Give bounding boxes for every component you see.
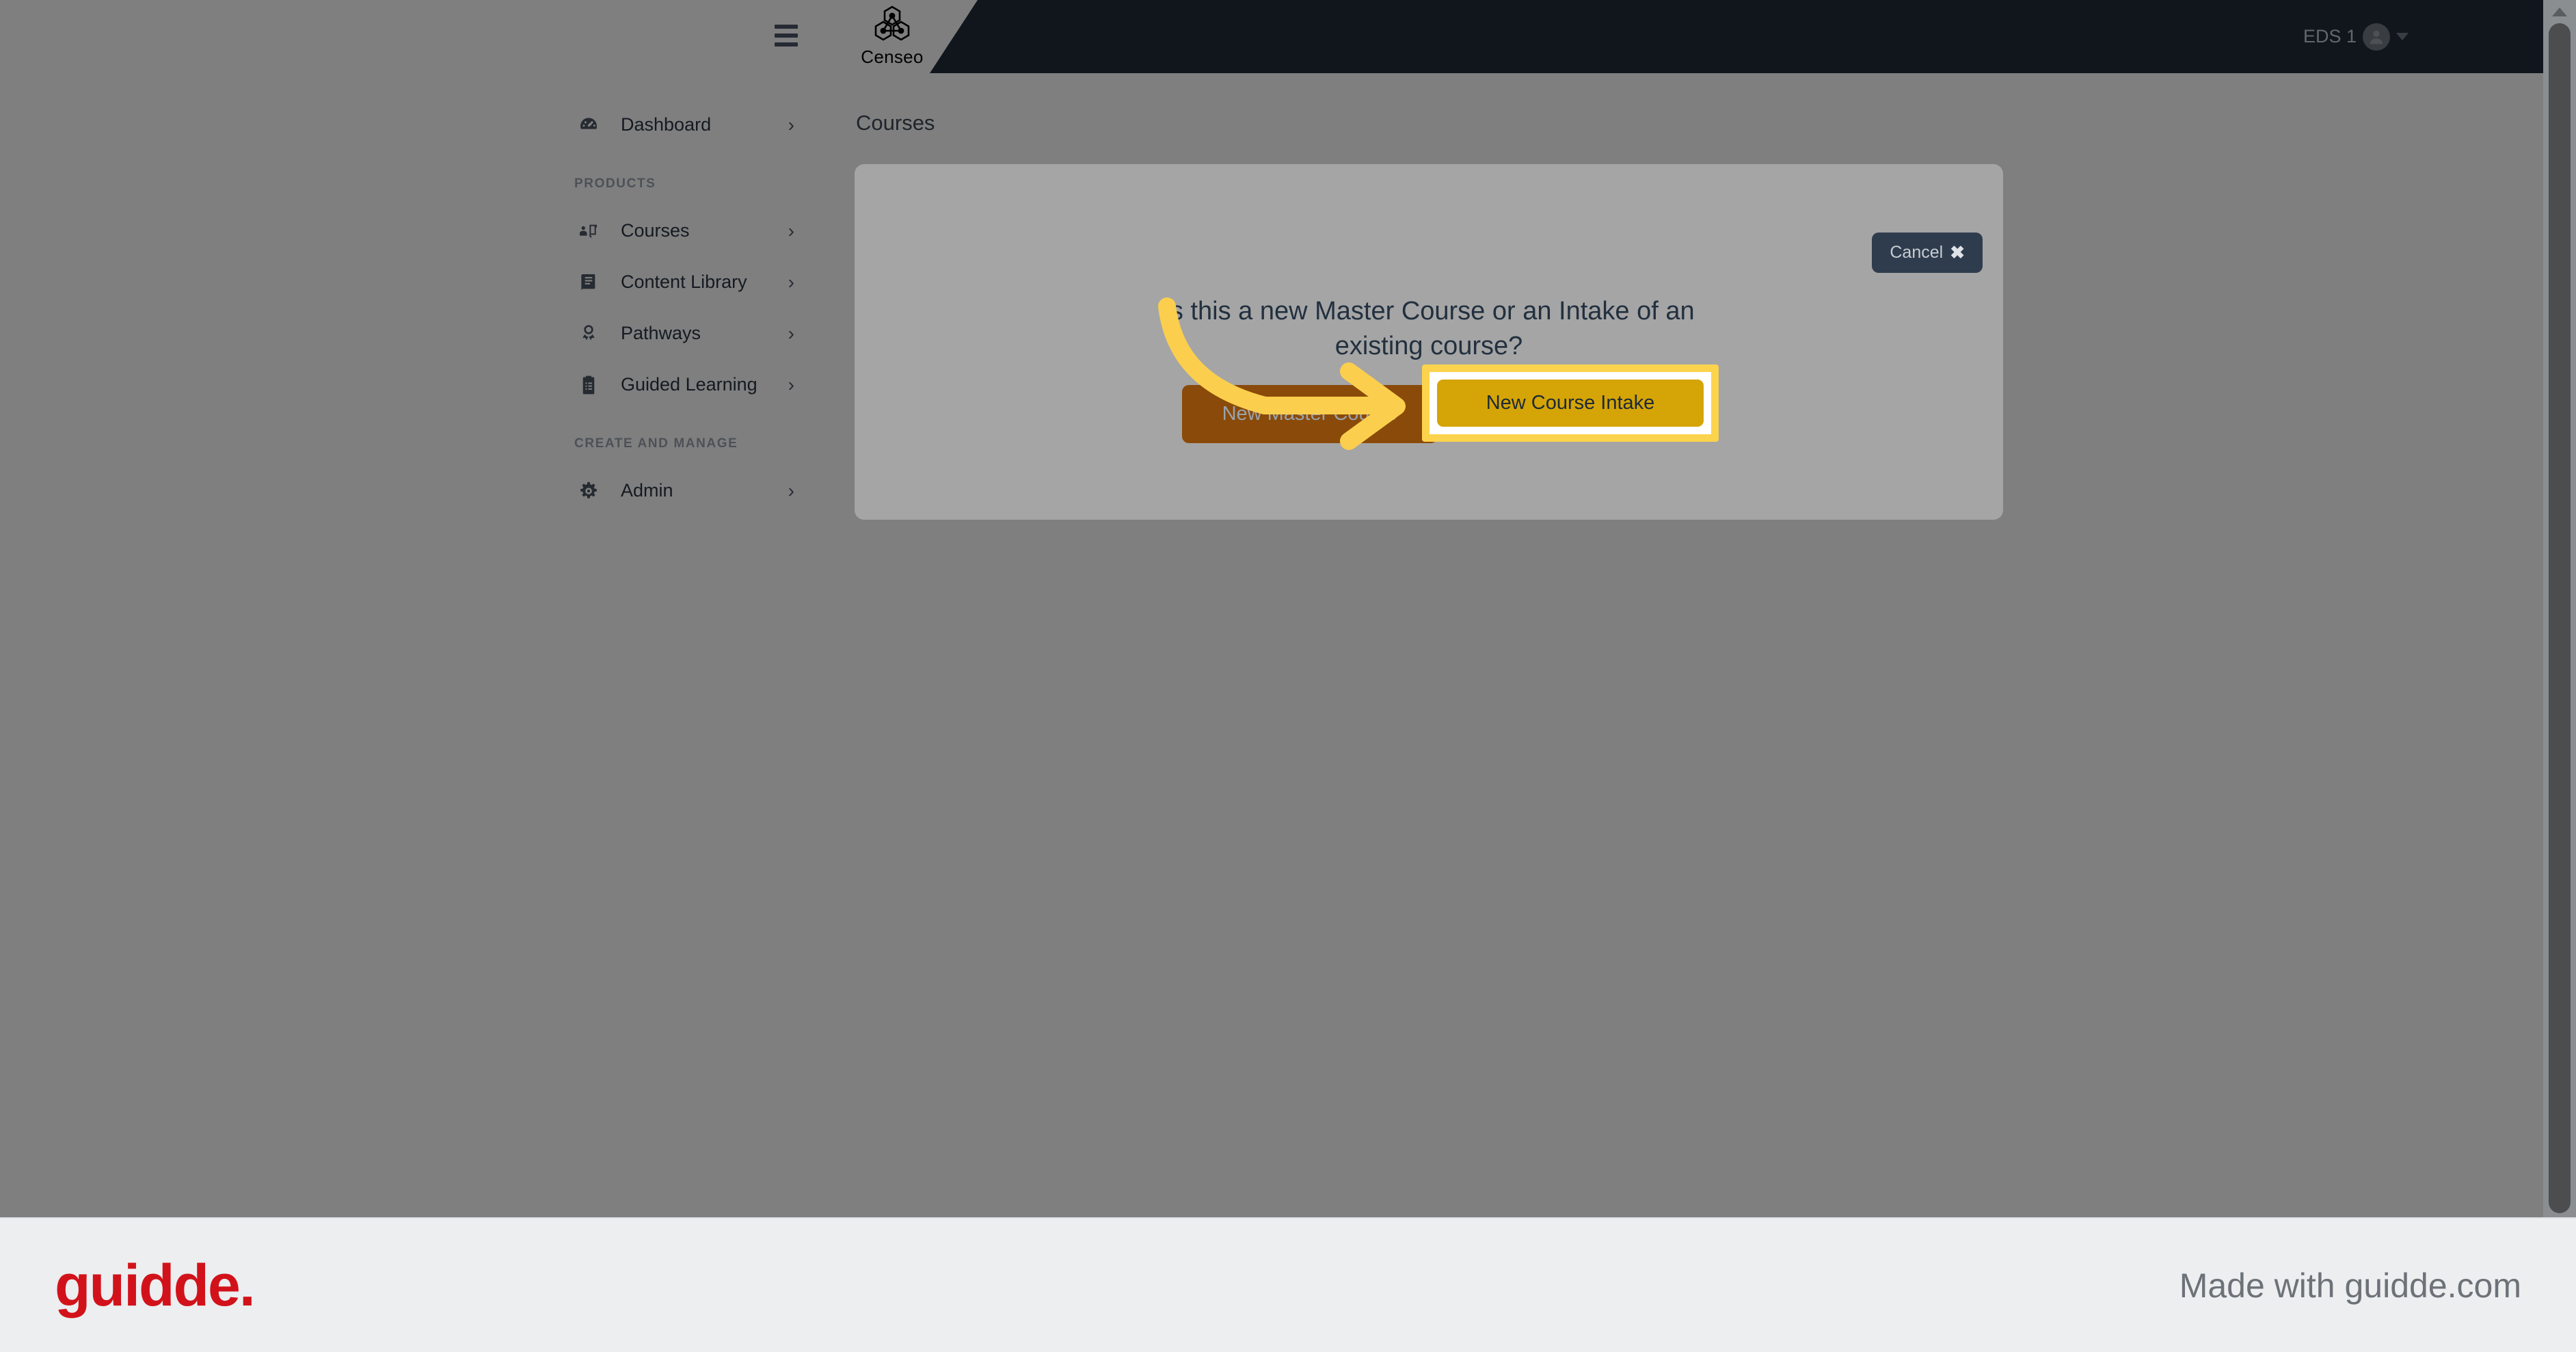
guidde-footer: guidde. Made with guidde.com [0, 1217, 2576, 1352]
sidebar-item-courses[interactable]: Courses › [547, 205, 820, 256]
presentation-person-icon [574, 217, 603, 246]
sidebar-section-create-and-manage: CREATE AND MANAGE [574, 436, 738, 451]
user-menu[interactable]: EDS 1 [2303, 0, 2409, 73]
new-course-intake-button[interactable]: New Course Intake [1437, 380, 1704, 427]
censeo-logo[interactable]: Censeo [851, 5, 933, 71]
chevron-right-icon: › [788, 271, 794, 293]
book-icon [574, 268, 603, 297]
made-with-guidde-label: Made with guidde.com [2179, 1266, 2521, 1305]
sidebar-item-dashboard[interactable]: Dashboard › [547, 99, 820, 150]
user-name-label: EDS 1 [2303, 26, 2357, 47]
sidebar-item-label: Courses [621, 220, 690, 241]
sidebar-item-label: Content Library [621, 271, 747, 292]
gear-icon [574, 477, 603, 505]
chevron-right-icon: › [788, 322, 794, 344]
highlight-ring: New Course Intake [1422, 364, 1719, 442]
caret-down-icon[interactable] [2396, 33, 2409, 40]
sidebar-item-label: Pathways [621, 323, 701, 343]
new-master-course-button[interactable]: New Master Course [1181, 385, 1438, 444]
user-avatar-icon [2363, 23, 2390, 51]
app-viewport: Dashboard › PRODUCTS Courses › Content L… [0, 0, 2576, 1217]
sidebar-item-label: Admin [621, 480, 673, 501]
sidebar-item-label: Guided Learning [621, 374, 757, 395]
censeo-logo-text: Censeo [861, 47, 924, 67]
guidde-logo: guidde. [55, 1252, 256, 1318]
sidebar-item-admin[interactable]: Admin › [547, 465, 820, 516]
sidebar-item-label: Dashboard [621, 114, 712, 135]
award-ribbon-icon [574, 319, 603, 348]
clipboard-list-icon [574, 371, 603, 399]
cancel-button-label: Cancel [1890, 243, 1944, 262]
vertical-scroll-thumb[interactable] [2549, 23, 2571, 1213]
chevron-right-icon: › [788, 220, 794, 241]
sidebar-item-content-library[interactable]: Content Library › [547, 256, 820, 308]
chevron-right-icon: › [788, 114, 794, 135]
top-bar: Censeo EDS 1 [0, 0, 2576, 73]
sidebar-item-pathways[interactable]: Pathways › [547, 308, 820, 359]
vertical-scrollbar[interactable] [2543, 0, 2576, 1217]
hamburger-menu-icon[interactable] [775, 25, 798, 47]
cancel-button[interactable]: Cancel ✖ [1872, 233, 1983, 273]
course-type-modal: Cancel ✖ Is this a new Master Course or … [855, 164, 2003, 520]
chevron-right-icon: › [788, 479, 794, 501]
speedometer-icon [574, 111, 603, 140]
scroll-up-arrow-icon[interactable] [2543, 0, 2576, 23]
modal-question-text: Is this a new Master Course or an Intake… [1163, 297, 1695, 360]
sidebar: Dashboard › PRODUCTS Courses › Content L… [547, 73, 820, 1217]
page-title: Courses [856, 111, 935, 135]
sidebar-item-guided-learning[interactable]: Guided Learning › [547, 359, 820, 410]
close-icon: ✖ [1950, 242, 1965, 263]
sidebar-section-products: PRODUCTS [574, 176, 656, 191]
censeo-hexagon-nodes-logo [874, 5, 910, 41]
chevron-right-icon: › [788, 373, 794, 395]
top-bar-left-panel [0, 0, 978, 73]
